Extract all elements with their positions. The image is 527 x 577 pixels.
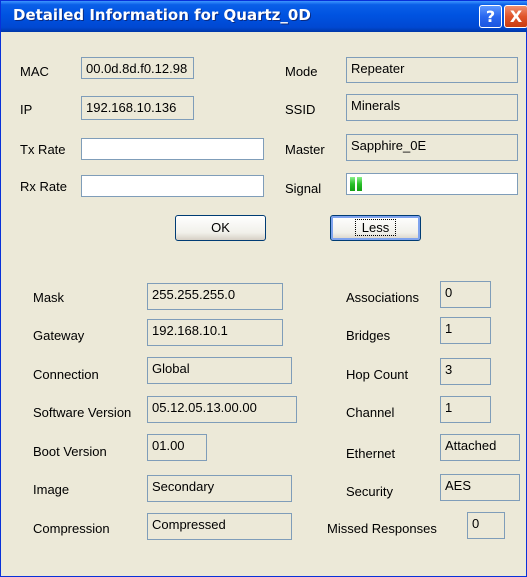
ssid-label: SSID <box>285 102 316 117</box>
mask-label: Mask <box>33 290 65 305</box>
missed-responses-field: 0 <box>467 512 505 539</box>
software-version-field: 05.12.05.13.00.00 <box>147 396 297 423</box>
image-label: Image <box>33 482 70 497</box>
gateway-label: Gateway <box>33 328 85 343</box>
mac-label: MAC <box>20 64 49 79</box>
associations-field: 0 <box>440 281 491 308</box>
mac-field: 00.0d.8d.f0.12.98 <box>81 57 194 79</box>
missed-responses-label: Missed Responses <box>327 521 437 536</box>
less-button-label: Less <box>354 219 397 236</box>
bridges-label: Bridges <box>346 328 391 343</box>
mode-label: Mode <box>285 64 318 79</box>
software-version-label: Software Version <box>33 405 132 420</box>
tx-rate-field[interactable] <box>81 138 264 160</box>
tx-rate-label: Tx Rate <box>20 142 66 157</box>
connection-field: Global <box>147 357 292 384</box>
compression-label: Compression <box>33 521 110 536</box>
detail-dialog: Detailed Information for Quartz_0D ? X M… <box>0 0 527 577</box>
ethernet-label: Ethernet <box>346 446 396 461</box>
mode-field: Repeater <box>346 57 518 83</box>
ip-field: 192.168.10.136 <box>81 96 194 120</box>
close-icon: X <box>509 7 523 26</box>
ssid-field: Minerals <box>346 94 518 121</box>
signal-bar <box>357 177 362 191</box>
less-button[interactable]: Less <box>330 215 421 241</box>
title-bar[interactable]: Detailed Information for Quartz_0D ? X <box>1 1 527 32</box>
associations-label: Associations <box>346 290 419 305</box>
signal-strength-meter <box>346 173 518 195</box>
image-field: Secondary <box>147 475 292 502</box>
connection-label: Connection <box>33 367 99 382</box>
security-field: AES <box>440 474 520 501</box>
mask-field: 255.255.255.0 <box>147 283 283 310</box>
channel-field: 1 <box>440 396 491 423</box>
master-field: Sapphire_0E <box>346 134 518 161</box>
master-label: Master <box>285 142 325 157</box>
help-button[interactable]: ? <box>479 5 502 28</box>
hop-count-label: Hop Count <box>346 367 409 382</box>
boot-version-field: 01.00 <box>147 434 207 461</box>
compression-field: Compressed <box>147 513 292 540</box>
hop-count-field: 3 <box>440 358 491 385</box>
close-button[interactable]: X <box>504 5 527 28</box>
window-title: Detailed Information for Quartz_0D <box>13 6 311 24</box>
help-icon: ? <box>485 7 496 26</box>
channel-label: Channel <box>346 405 395 420</box>
rx-rate-field[interactable] <box>81 175 264 197</box>
ethernet-field: Attached <box>440 434 520 461</box>
signal-bar <box>350 177 355 191</box>
signal-label: Signal <box>285 181 322 196</box>
gateway-field: 192.168.10.1 <box>147 319 283 346</box>
ip-label: IP <box>20 102 33 117</box>
security-label: Security <box>346 484 393 499</box>
ok-button[interactable]: OK <box>175 215 266 241</box>
boot-version-label: Boot Version <box>33 444 107 459</box>
rx-rate-label: Rx Rate <box>20 179 67 194</box>
bridges-field: 1 <box>440 317 491 344</box>
